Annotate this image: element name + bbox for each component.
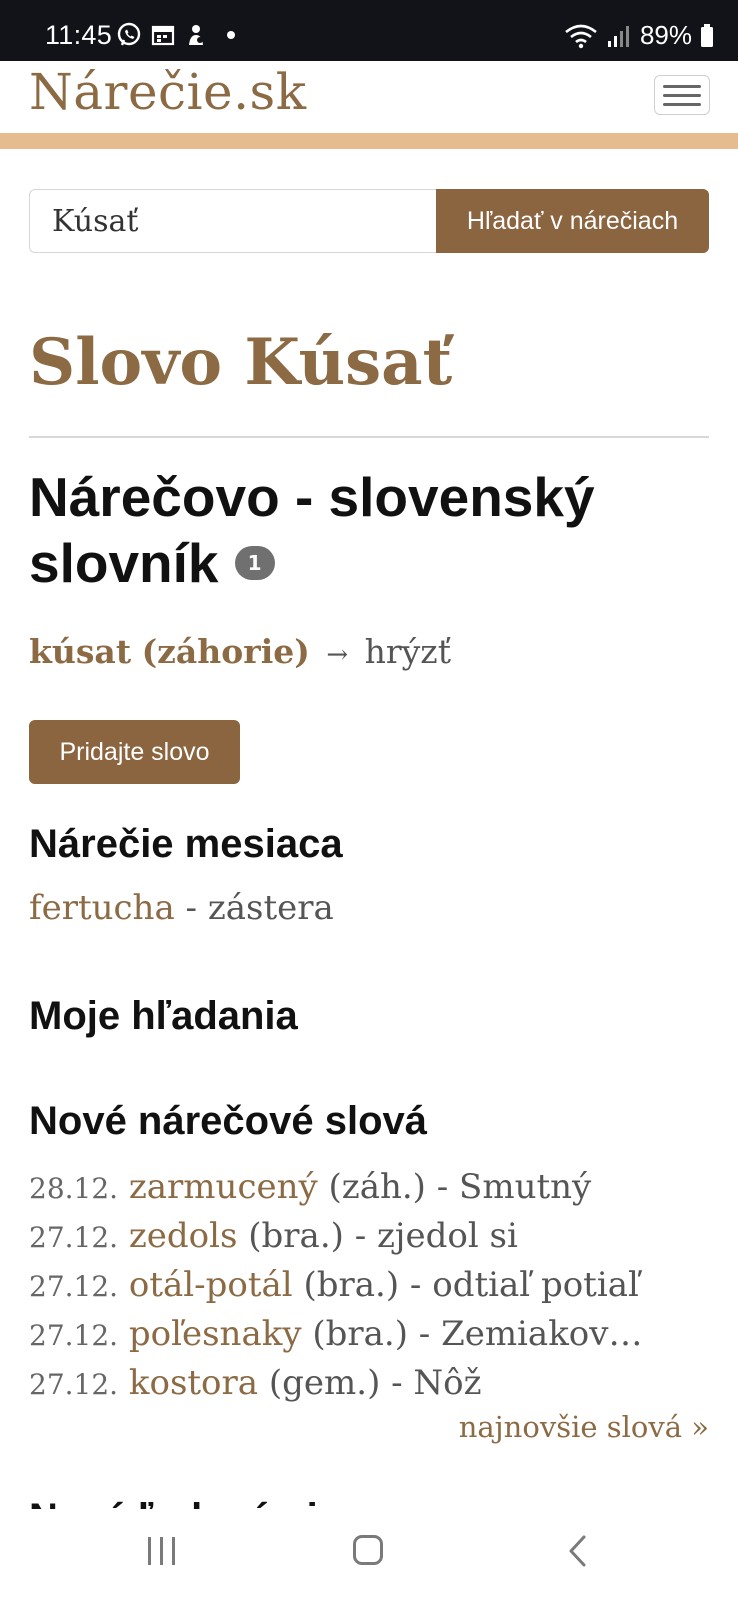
word-of-month-link[interactable]: fertucha — [29, 888, 175, 928]
dictionary-entry: kúsat (záhorie) → hrýzť — [29, 632, 451, 671]
back-button[interactable] — [562, 1534, 596, 1568]
result-count-badge: 1 — [234, 546, 275, 581]
dictionary-heading: Nárečovo - slovenský slovník 1 — [29, 466, 595, 594]
hamburger-menu-button[interactable] — [654, 75, 710, 115]
word-of-month-meaning: - zástera — [174, 888, 334, 928]
list-item: 27.12. zedols (bra.) - zjedol si — [29, 1212, 642, 1261]
item-date: 28.12. — [29, 1172, 119, 1205]
item-date: 27.12. — [29, 1319, 119, 1352]
status-time: 11:45 — [45, 20, 113, 50]
navbar: Nárečie.sk — [0, 61, 738, 133]
item-word-link[interactable]: zarmucený — [129, 1167, 318, 1207]
list-item: 27.12. kostora (gem.) - Nôž — [29, 1359, 642, 1408]
item-meaning: (bra.) - Zemiakov… — [301, 1314, 643, 1354]
search-button[interactable]: Hľadať v nárečiach — [436, 189, 709, 253]
item-date: 27.12. — [29, 1221, 119, 1254]
battery-icon — [701, 23, 713, 47]
site-brand[interactable]: Nárečie.sk — [29, 63, 307, 121]
word-of-month-heading: Nárečie mesiaca — [29, 822, 343, 866]
add-word-button[interactable]: Pridajte slovo — [29, 720, 240, 784]
item-word-link[interactable]: kostora — [129, 1363, 258, 1403]
viber-icon — [117, 22, 141, 46]
item-date: 27.12. — [29, 1270, 119, 1303]
page-title: Slovo Kúsať — [29, 325, 453, 400]
dot-icon — [227, 31, 235, 39]
divider — [29, 436, 709, 438]
accent-bar — [0, 133, 738, 149]
system-navigation-bar — [0, 1509, 738, 1600]
entry-meaning: hrýzť — [364, 632, 451, 671]
list-item: 27.12. poľesnaky (bra.) - Zemiakov… — [29, 1310, 642, 1359]
home-button[interactable] — [353, 1535, 383, 1565]
item-meaning: (bra.) - odtiaľ potiaľ — [292, 1265, 639, 1305]
list-item: 28.12. zarmucený (záh.) - Smutný — [29, 1163, 642, 1212]
entry-word-link[interactable]: kúsat — [29, 632, 131, 671]
new-words-list: 28.12. zarmucený (záh.) - Smutný 27.12. … — [29, 1163, 642, 1408]
wifi-icon — [565, 24, 597, 48]
recent-apps-icon — [148, 1537, 151, 1565]
item-meaning: (bra.) - zjedol si — [237, 1216, 518, 1256]
item-meaning: (gem.) - Nôž — [258, 1363, 482, 1403]
status-bar: 11:45 89% — [0, 0, 738, 61]
entry-region: (záhorie) — [141, 632, 310, 671]
newest-words-link[interactable]: najnovšie slová » — [459, 1410, 709, 1444]
calendar-icon — [151, 25, 175, 46]
my-searches-heading: Moje hľadania — [29, 994, 298, 1038]
signal-icon — [607, 25, 629, 47]
recent-apps-button[interactable] — [148, 1537, 178, 1565]
arrow-icon: → — [326, 640, 349, 670]
item-word-link[interactable]: poľesnaky — [129, 1314, 302, 1354]
item-date: 27.12. — [29, 1368, 119, 1401]
battery-percent: 89% — [639, 20, 692, 50]
item-word-link[interactable]: otál-potál — [129, 1265, 293, 1305]
word-of-month: fertucha - zástera — [29, 888, 334, 928]
title-word: Kúsať — [244, 325, 453, 400]
new-folk-songs-heading: Nové ľudové piesne — [29, 1488, 409, 1510]
search-input[interactable] — [29, 189, 441, 253]
hamburger-menu-icon — [663, 85, 701, 88]
new-words-heading: Nové nárečové slová — [29, 1099, 427, 1143]
item-word-link[interactable]: zedols — [129, 1216, 238, 1256]
list-item: 27.12. otál-potál (bra.) - odtiaľ potiaľ — [29, 1261, 642, 1310]
notification-icon — [189, 25, 203, 45]
item-meaning: (záh.) - Smutný — [317, 1167, 592, 1207]
